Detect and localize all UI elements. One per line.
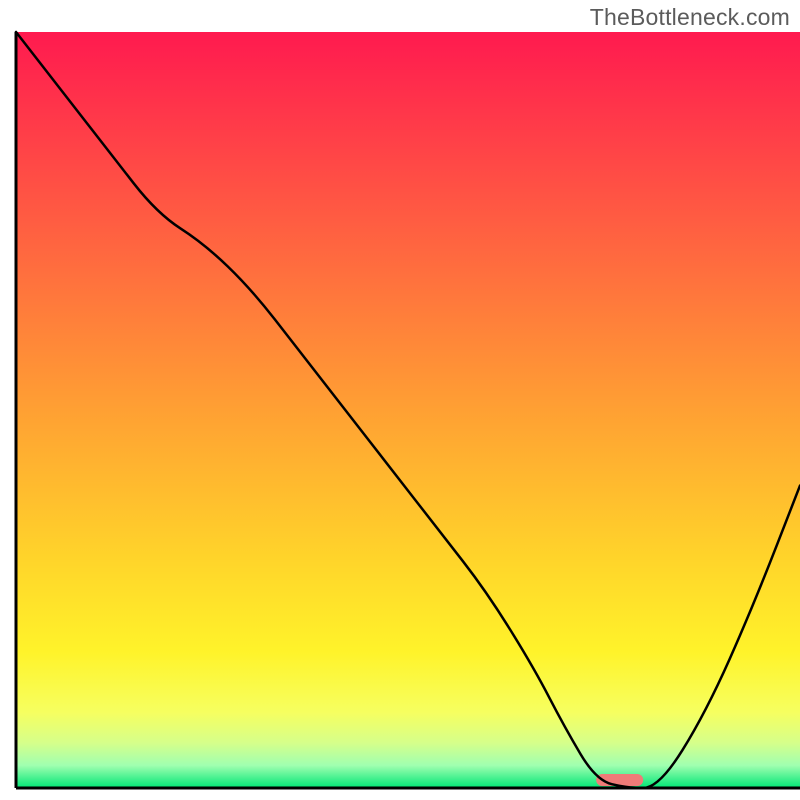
bottleneck-chart	[0, 0, 800, 800]
plot-background	[16, 32, 800, 788]
chart-container: TheBottleneck.com	[0, 0, 800, 800]
